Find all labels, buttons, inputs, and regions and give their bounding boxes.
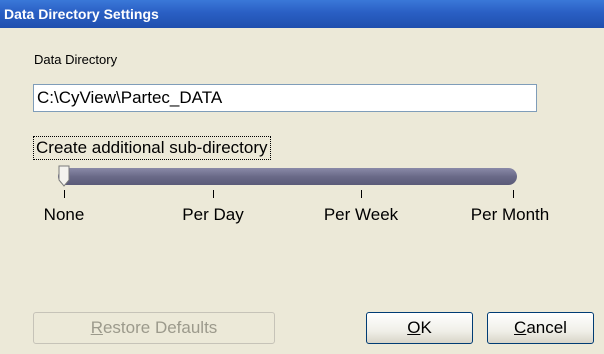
subdirectory-slider-track[interactable] — [58, 168, 517, 185]
data-directory-input[interactable] — [33, 84, 537, 112]
restore-label-rest: estore Defaults — [102, 318, 218, 337]
restore-access-key: R — [90, 318, 103, 337]
data-directory-label: Data Directory — [34, 52, 118, 67]
ok-access-key: O — [407, 318, 421, 337]
ok-label-rest: K — [420, 318, 432, 337]
cancel-access-key: C — [514, 318, 527, 337]
slider-tick — [513, 190, 514, 198]
cancel-button[interactable]: Cancel — [487, 312, 594, 344]
slider-tick — [361, 190, 362, 198]
restore-defaults-button[interactable]: Restore Defaults — [33, 312, 275, 344]
slider-label-per-day: Per Day — [182, 205, 244, 224]
cancel-label-rest: ancel — [526, 318, 567, 337]
slider-label-per-month: Per Month — [470, 205, 550, 224]
slider-tick — [64, 190, 65, 198]
slider-thumb[interactable] — [58, 165, 70, 187]
window-title: Data Directory Settings — [0, 0, 604, 28]
slider-label-per-week: Per Week — [323, 205, 399, 224]
subdirectory-label: Create additional sub-directory — [33, 136, 271, 160]
ok-button[interactable]: OK — [366, 312, 473, 344]
slider-label-none: None — [43, 205, 85, 224]
data-directory-settings-dialog: Data Directory Settings Data Directory C… — [0, 0, 604, 354]
slider-tick — [213, 190, 214, 198]
